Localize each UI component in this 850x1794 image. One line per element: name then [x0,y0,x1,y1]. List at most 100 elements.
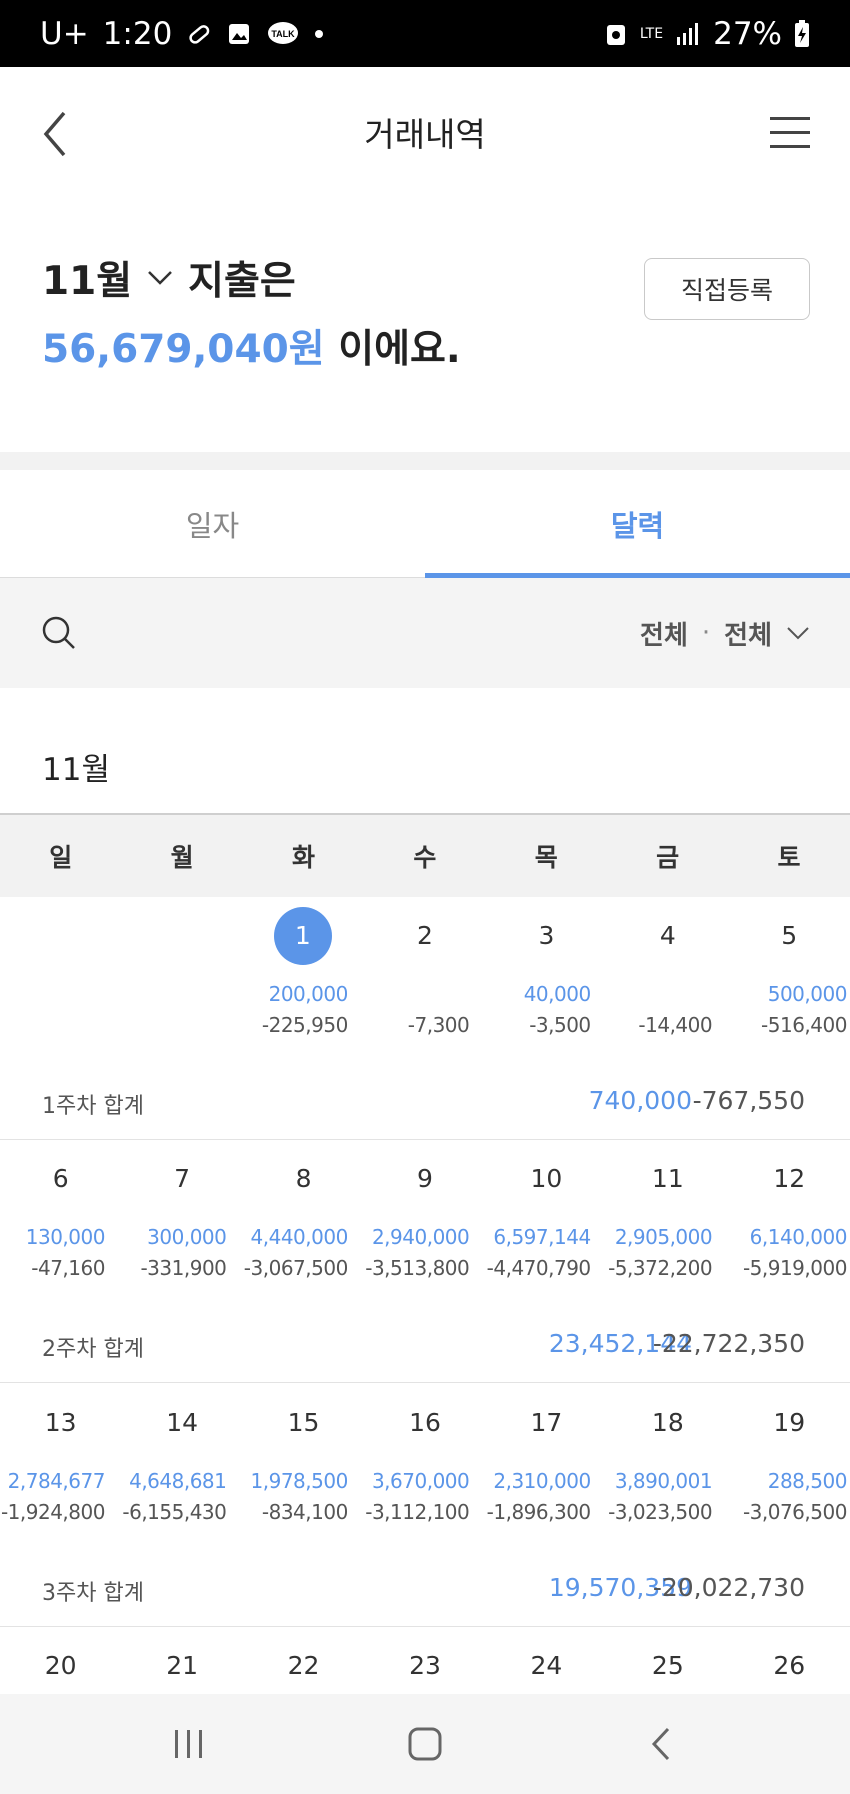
week-expense-total: -767,550 [692,1086,805,1115]
day-number: 13 [44,1408,77,1437]
month-selector-label[interactable]: 11월 [42,250,132,306]
day-number: 26 [773,1651,806,1680]
day-expense: -3,112,100 [365,1500,470,1524]
calendar-day[interactable]: 12 6,140,000 -5,919,000 [729,1140,850,1290]
day-expense: -14,400 [638,1013,713,1037]
selected-day-number: 1 [273,907,332,965]
day-number: 23 [409,1651,441,1680]
day-expense: -47,160 [31,1256,105,1280]
day-income: 3,890,001 [614,1469,713,1493]
day-expense: -1,896,300 [486,1500,592,1524]
day-number: 18 [651,1408,684,1437]
day-expense: -5,372,200 [608,1256,713,1280]
calendar-day[interactable]: 3 40,000 -3,500 [486,897,607,1047]
week-summary-label: 2주차 합계 [42,1337,144,1362]
notification-dot-icon [315,29,324,38]
day-number: 2 [417,921,433,950]
gallery-icon [229,23,250,44]
chevron-down-icon [787,627,809,640]
day-expense: -516,400 [761,1013,847,1037]
day-expense: -7,300 [407,1013,470,1037]
calendar-day[interactable]: 5 500,000 -516,400 [729,897,850,1047]
day-income: 4,648,681 [129,1469,227,1493]
home-icon[interactable] [402,1724,448,1764]
filter-scope: 전체 [640,620,688,651]
day-income: 1,978,500 [250,1469,349,1493]
day-expense: -3,076,500 [742,1500,848,1524]
day-income: 300,000 [147,1225,227,1249]
recycle-icon [606,24,625,45]
week-expense-total: -20,022,730 [652,1573,805,1602]
day-expense: -1,924,800 [0,1500,106,1524]
calendar-day[interactable]: 18 3,890,001 -3,023,500 [607,1384,728,1534]
day-number: 19 [773,1408,806,1437]
recent-apps-icon[interactable] [166,1724,212,1764]
network-label: LTE [639,25,664,42]
filter-dropdown[interactable]: 전체 · 전체 [640,615,810,652]
total-spend-amount: 56,679,040원 [42,327,325,372]
calendar-day[interactable]: 16 3,670,000 -3,112,100 [364,1384,485,1534]
day-expense: -3,067,500 [243,1256,349,1280]
view-tabs: 일자 달력 [0,470,850,578]
calendar-day[interactable]: 1 200,000 -225,950 [243,897,364,1047]
calendar-day[interactable]: 17 2,310,000 -1,896,300 [486,1384,607,1534]
pill-icon [189,24,210,44]
day-number: 5 [781,921,798,950]
calendar-day[interactable]: 6 130,000 -47,160 [0,1140,121,1290]
day-income: 500,000 [767,982,848,1006]
spend-label: 지출은 [188,259,296,304]
filter-bar: 전체 · 전체 [0,578,850,688]
day-number: 8 [295,1164,312,1193]
day-income: 200,000 [268,982,349,1006]
calendar-day[interactable]: 9 2,940,000 -3,513,800 [364,1140,485,1290]
day-number: 4 [659,921,676,950]
carrier-label: U+ [40,15,89,52]
weekday-sun: 일 [49,843,73,872]
weekday-sat: 토 [777,843,801,872]
weekday-mon: 월 [170,843,194,872]
hamburger-menu-icon[interactable] [770,115,810,149]
day-number: 3 [538,921,555,950]
day-income: 3,670,000 [371,1469,470,1493]
day-expense: -834,100 [261,1500,348,1524]
calendar-day[interactable]: 15 1,978,500 -834,100 [243,1384,364,1534]
chevron-down-icon[interactable] [146,269,174,287]
calendar-day[interactable]: 11 2,905,000 -5,372,200 [607,1140,728,1290]
calendar-day[interactable]: 8 4,440,000 -3,067,500 [243,1140,364,1290]
calendar-day[interactable]: 14 4,648,681 -6,155,430 [121,1384,242,1534]
day-expense: -225,950 [261,1013,348,1037]
day-expense: -3,513,800 [365,1256,470,1280]
tab-calendar[interactable]: 달력 [425,470,850,578]
calendar-day[interactable]: 13 2,784,677 -1,924,800 [0,1384,121,1534]
day-number: 10 [530,1164,563,1193]
day-income: 6,140,000 [749,1225,848,1249]
weekday-header: 일 월 화 수 목 금 토 [0,813,850,897]
filter-separator: · [701,618,711,648]
calendar-day[interactable]: 19 288,500 -3,076,500 [729,1384,850,1534]
calendar-day[interactable]: 4 -14,400 [607,897,728,1047]
calendar-day[interactable]: 10 6,597,144 -4,470,790 [486,1140,607,1290]
back-nav-icon[interactable] [640,1724,686,1764]
week-summary-row: 2주차 합계 23,452,144 -22,722,350 [0,1313,850,1383]
day-expense: -331,900 [140,1256,227,1280]
talk-icon: TALK [268,21,299,44]
day-number: 14 [166,1408,199,1437]
day-income: 288,500 [767,1469,848,1493]
filter-type: 전체 [724,620,772,651]
day-expense: -6,155,430 [122,1500,227,1524]
calendar-day[interactable]: 2 -7,300 [364,897,485,1047]
calendar-day[interactable]: 7 300,000 -331,900 [121,1140,242,1290]
day-expense: -3,500 [529,1013,591,1037]
back-icon[interactable] [38,107,78,161]
week-summary-label: 1주차 합계 [42,1094,144,1119]
day-number: 9 [417,1164,433,1193]
battery-charging-icon [795,19,809,47]
clock: 1:20 [102,15,173,52]
weekday-wed: 수 [413,843,437,872]
page-title: 거래내역 [364,115,486,154]
week-income-total: 740,000 [588,1086,692,1115]
search-icon[interactable] [40,614,78,652]
svg-text:TALK: TALK [272,29,296,39]
tab-daily[interactable]: 일자 [0,470,425,577]
manual-register-button[interactable]: 직접등록 [644,258,810,320]
